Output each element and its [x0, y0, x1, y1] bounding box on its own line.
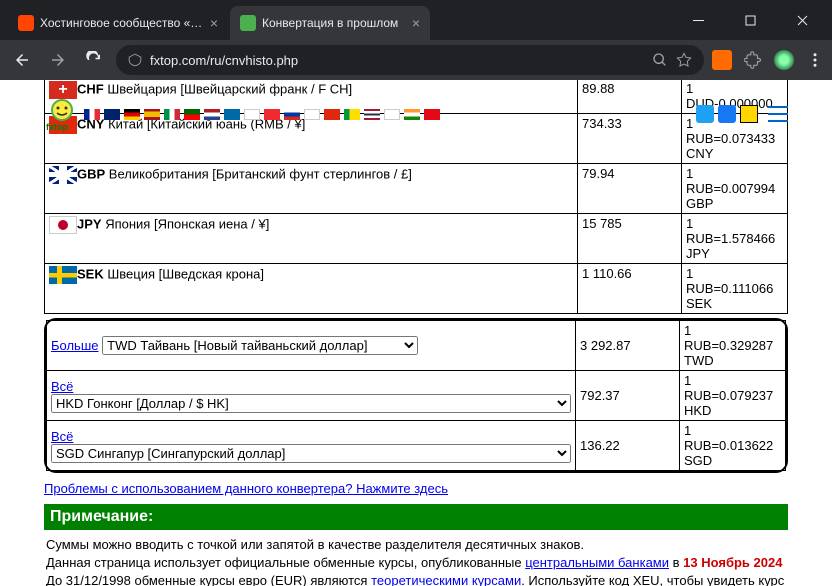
currency-desc: Япония [Японская иена / ¥] — [105, 216, 269, 231]
reload-icon[interactable] — [80, 46, 108, 74]
flag-icon[interactable] — [424, 109, 440, 120]
rate-cell: 1RUB=0.007994 GBP — [682, 164, 788, 214]
flag-icon[interactable] — [284, 109, 300, 120]
currency-desc: Швеция [Шведская крона] — [107, 266, 264, 281]
header-row: fxtop — [44, 96, 788, 132]
currency-select[interactable]: TWD Тайвань [Новый тайваньский доллар] — [102, 336, 418, 355]
all-link[interactable]: Всё — [51, 429, 73, 444]
facebook-icon[interactable] — [718, 105, 736, 123]
toolbar-right — [712, 50, 824, 70]
svg-text:fxtop: fxtop — [46, 122, 68, 132]
flag-icon[interactable] — [264, 109, 280, 120]
flag-icon[interactable] — [364, 109, 380, 120]
flag-icon — [49, 216, 77, 234]
flag-icon[interactable] — [124, 109, 140, 120]
tab-title: Хостинговое сообщество «Ti… — [40, 16, 204, 30]
flag-icon[interactable] — [384, 109, 400, 120]
value-cell: 1 110.66 — [578, 264, 682, 314]
all-link[interactable]: Всё — [51, 379, 73, 394]
flag-icon[interactable] — [84, 109, 100, 120]
value-cell: 3 292.87 — [576, 321, 680, 371]
note-header: Примечание: — [44, 504, 788, 530]
table-row: GBP Великобритания [Британский фунт стер… — [45, 164, 788, 214]
currency-select[interactable]: HKD Гонконг [Доллар / $ HK] — [51, 394, 571, 413]
flag-icon[interactable] — [244, 109, 260, 120]
zoom-icon[interactable] — [652, 52, 668, 68]
note-body: Суммы можно вводить с точкой или запятой… — [44, 530, 788, 586]
flag-icon[interactable] — [324, 109, 340, 120]
address-bar[interactable]: fxtop.com/ru/cnvhisto.php — [116, 45, 704, 75]
language-flags — [84, 109, 440, 120]
site-settings-icon[interactable] — [128, 53, 142, 67]
flag-icon[interactable] — [104, 109, 120, 120]
extension-icon[interactable] — [712, 50, 732, 70]
browser-toolbar: fxtop.com/ru/cnvhisto.php — [0, 40, 832, 80]
window-close-icon[interactable] — [780, 5, 824, 35]
browser-tab-active[interactable]: Конвертация в прошлом × — [230, 6, 430, 40]
flag-icon[interactable] — [184, 109, 200, 120]
currency-code: JPY — [77, 216, 102, 231]
page-content: fxtop — [0, 80, 832, 586]
table-row: ВсёHKD Гонконг [Доллар / $ HK] 792.37 1R… — [47, 371, 786, 421]
flag-icon — [49, 166, 77, 184]
rate-cell: 1RUB=0.079237 HKD — [680, 371, 786, 421]
extensions-icon[interactable] — [744, 51, 762, 69]
flag-icon[interactable] — [304, 109, 320, 120]
flag-icon[interactable] — [164, 109, 180, 120]
currency-code: GBP — [77, 166, 105, 181]
tab-title: Конвертация в прошлом — [262, 16, 406, 30]
bookmark-icon[interactable] — [676, 52, 692, 68]
close-icon[interactable]: × — [210, 15, 218, 31]
window-controls — [676, 0, 824, 40]
tab-favicon — [240, 15, 256, 31]
problems-row: Проблемы с использованием данного конвер… — [44, 481, 788, 496]
central-banks-link[interactable]: центральными банками — [525, 555, 669, 570]
date-text: 13 Ноябрь 2024 — [683, 555, 782, 570]
rate-cell: 1RUB=0.329287 TWD — [680, 321, 786, 371]
table-row: Больше TWD Тайвань [Новый тайваньский до… — [47, 321, 786, 371]
rate-cell: 1RUB=0.111066 SEK — [682, 264, 788, 314]
profile-icon[interactable] — [774, 50, 794, 70]
url-text: fxtop.com/ru/cnvhisto.php — [150, 53, 298, 68]
flag-icon[interactable] — [224, 109, 240, 120]
social-icons — [696, 105, 788, 123]
menu-icon[interactable] — [806, 51, 824, 69]
close-icon[interactable]: × — [412, 15, 420, 31]
currency-code: SEK — [77, 266, 104, 281]
flag-icon[interactable] — [344, 109, 360, 120]
browser-tab[interactable]: Хостинговое сообщество «Ti… × — [8, 6, 228, 40]
problems-link[interactable]: Проблемы с использованием данного конвер… — [44, 481, 448, 496]
email-icon[interactable] — [740, 105, 758, 123]
titlebar: Хостинговое сообщество «Ti… × Конвертаци… — [0, 0, 832, 40]
maximize-icon[interactable] — [728, 5, 772, 35]
currency-desc: Великобритания [Британский фунт стерлинг… — [109, 166, 412, 181]
table-row: JPY Япония [Японская иена / ¥] 15 785 1R… — [45, 214, 788, 264]
more-link[interactable]: Больше — [51, 338, 99, 353]
flag-icon — [49, 266, 77, 284]
minimize-icon[interactable] — [676, 5, 720, 35]
hamburger-icon[interactable] — [768, 106, 788, 122]
currency-select[interactable]: SGD Сингапур [Сингапурский доллар] — [51, 444, 571, 463]
value-cell: 136.22 — [576, 421, 680, 471]
value-cell: 79.94 — [578, 164, 682, 214]
tab-favicon — [18, 15, 34, 31]
forward-icon[interactable] — [44, 46, 72, 74]
site-logo[interactable]: fxtop — [44, 96, 80, 132]
extra-currencies-box: Больше TWD Тайвань [Новый тайваньский до… — [44, 318, 788, 473]
back-icon[interactable] — [8, 46, 36, 74]
twitter-icon[interactable] — [696, 105, 714, 123]
value-cell: 15 785 — [578, 214, 682, 264]
currency-code: CHF — [77, 81, 104, 96]
rate-cell: 1RUB=0.013622 SGD — [680, 421, 786, 471]
rate-cell: 1RUB=1.578466 JPY — [682, 214, 788, 264]
table-row: SEK Швеция [Шведская крона] 1 110.66 1RU… — [45, 264, 788, 314]
flag-icon[interactable] — [404, 109, 420, 120]
flag-icon[interactable] — [144, 109, 160, 120]
theoretical-rates-link[interactable]: теоретическими курсами — [371, 573, 521, 586]
flag-icon[interactable] — [204, 109, 220, 120]
table-row: ВсёSGD Сингапур [Сингапурский доллар] 13… — [47, 421, 786, 471]
value-cell: 792.37 — [576, 371, 680, 421]
currency-desc: Швейцария [Швейцарский франк / F CH] — [107, 81, 352, 96]
